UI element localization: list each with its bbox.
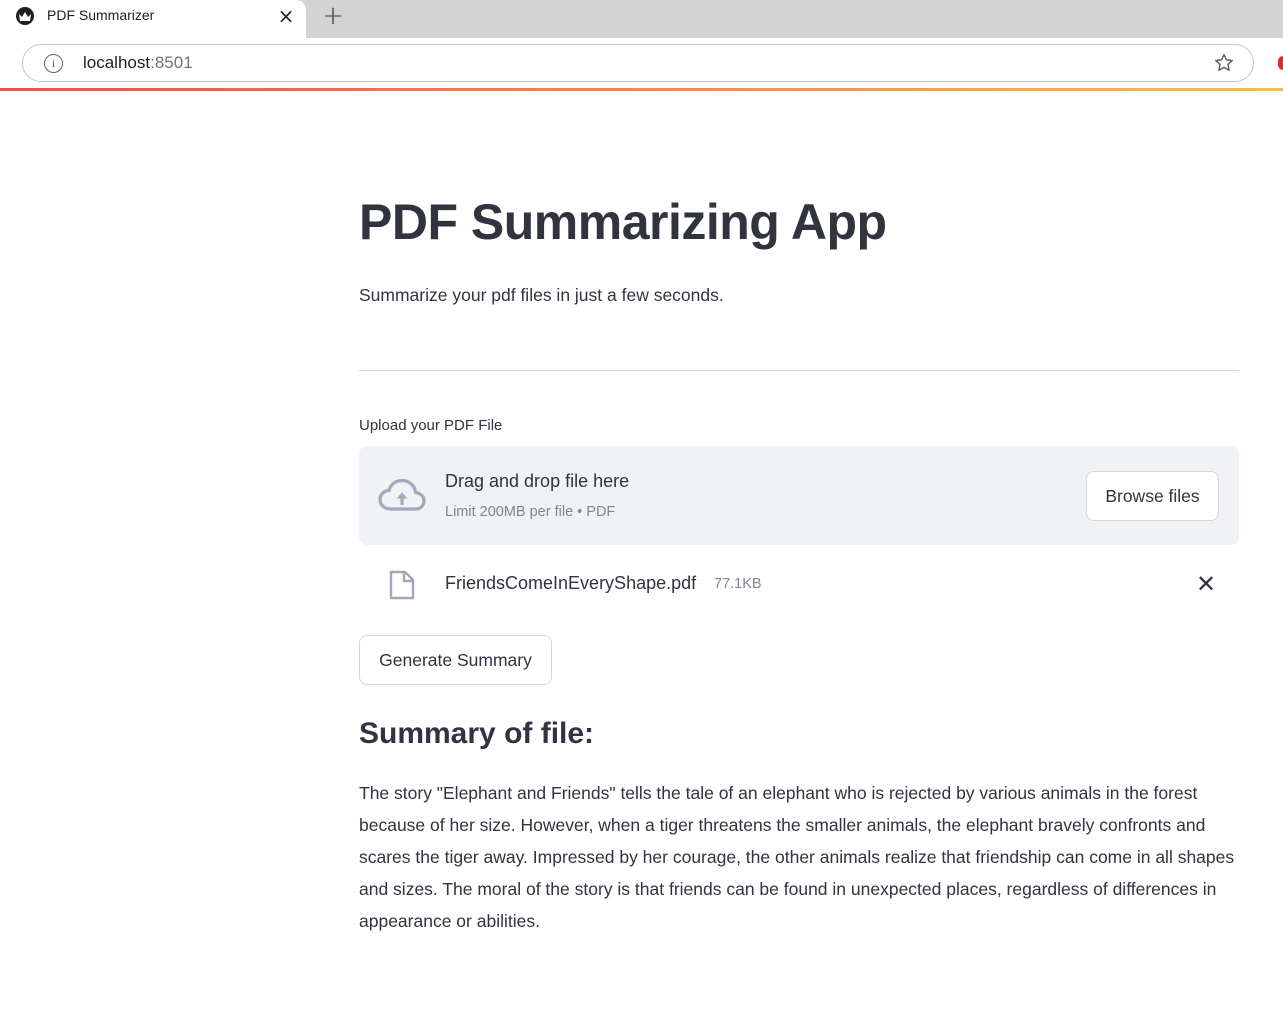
address-bar[interactable]: i localhost:8501 bbox=[22, 44, 1254, 82]
file-icon bbox=[389, 570, 415, 600]
url-port: :8501 bbox=[150, 53, 193, 72]
cloud-upload-icon bbox=[378, 478, 426, 511]
dropzone-title: Drag and drop file here bbox=[445, 471, 630, 491]
uploaded-file-row: FriendsComeInEveryShape.pdf 77.1KB ✕ bbox=[359, 561, 1239, 609]
file-dropzone[interactable]: Drag and drop file here Limit 200MB per … bbox=[359, 446, 1239, 545]
page-title: PDF Summarizing App bbox=[359, 194, 887, 250]
browser-toolbar: i localhost:8501 bbox=[0, 38, 1283, 88]
browse-files-button[interactable]: Browse files bbox=[1086, 471, 1219, 521]
tab-close-icon[interactable]: × bbox=[276, 6, 296, 26]
close-icon[interactable]: ✕ bbox=[1195, 572, 1217, 596]
summary-text: The story "Elephant and Friends" tells t… bbox=[359, 783, 1235, 931]
file-size: 77.1KB bbox=[714, 576, 762, 592]
browser-tab[interactable]: PDF Summarizer × bbox=[0, 0, 306, 38]
generate-summary-button[interactable]: Generate Summary bbox=[359, 635, 552, 685]
page-subtitle: Summarize your pdf files in just a few s… bbox=[359, 285, 724, 305]
new-tab-button[interactable]: + bbox=[320, 2, 346, 30]
profile-indicator[interactable] bbox=[1278, 56, 1283, 70]
browser-tabstrip: PDF Summarizer × + bbox=[0, 0, 1283, 38]
tab-title: PDF Summarizer bbox=[47, 7, 155, 23]
streamlit-favicon-icon bbox=[16, 7, 34, 25]
dropzone-limit: Limit 200MB per file • PDF bbox=[445, 504, 616, 520]
url-text: localhost:8501 bbox=[83, 53, 193, 73]
app-decoration-bar bbox=[0, 88, 1283, 91]
file-name: FriendsComeInEveryShape.pdf bbox=[445, 573, 697, 593]
url-host: localhost bbox=[83, 53, 151, 72]
star-icon[interactable] bbox=[1213, 52, 1235, 74]
summary-heading: Summary of file: bbox=[359, 717, 595, 750]
divider bbox=[359, 370, 1239, 371]
upload-label: Upload your PDF File bbox=[359, 417, 503, 434]
info-icon[interactable]: i bbox=[44, 54, 63, 73]
